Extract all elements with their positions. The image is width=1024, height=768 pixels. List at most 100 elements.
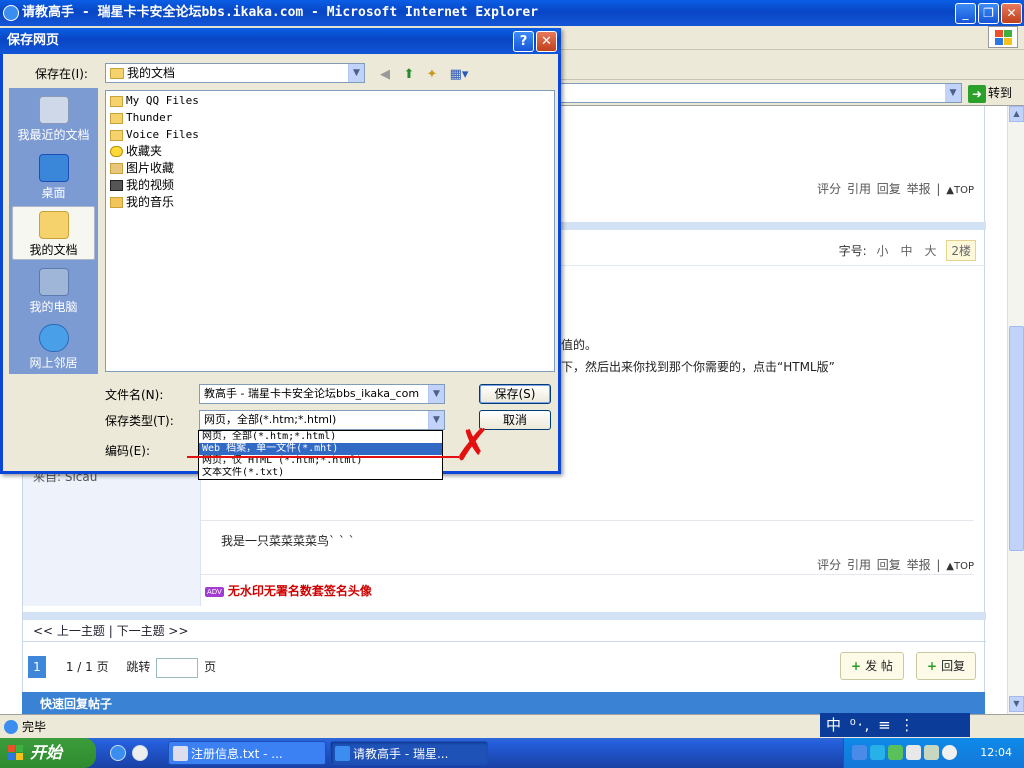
place-recent[interactable]: 我最近的文档 [12, 92, 95, 146]
place-desktop[interactable]: 桌面 [12, 150, 95, 204]
dialog-close-button[interactable]: ✕ [536, 31, 557, 52]
address-input[interactable]: ▼ [560, 83, 962, 103]
place-my-computer[interactable]: 我的电脑 [12, 264, 95, 318]
filetype-dropdown-list[interactable]: 网页，全部(*.htm;*.html) Web 档案，单一文件(*.mht) 网… [198, 430, 443, 480]
ime-toolbar[interactable]: 中 ⁰·, ≡ ⋮ [820, 713, 970, 737]
view-menu-icon[interactable]: ▦▾ [447, 66, 471, 84]
file-name: Thunder [126, 111, 173, 124]
my-documents-icon [38, 211, 69, 239]
antivirus-icon[interactable] [888, 745, 903, 760]
adv-text[interactable]: 无水印无署名数套签名头像 [228, 584, 372, 598]
save-button[interactable]: 保存(S) [479, 384, 551, 404]
clock[interactable]: 12:04 [980, 738, 1012, 768]
window-titlebar[interactable]: 请教高手 - 瑞星卡卡安全论坛bbs.ikaka.com - Microsoft… [0, 0, 1024, 26]
current-page[interactable]: 1 [28, 656, 46, 678]
close-window-button[interactable]: ✕ [1001, 3, 1022, 24]
browser-quicklaunch-icon[interactable] [132, 745, 148, 761]
chevron-down-icon[interactable]: ▼ [348, 64, 364, 82]
maximize-button[interactable]: ❐ [978, 3, 999, 24]
list-item[interactable]: 我的视频 [110, 177, 174, 193]
security-icon[interactable] [942, 745, 957, 760]
scroll-down-icon[interactable]: ▼ [1009, 696, 1024, 712]
start-button[interactable]: 开始 [0, 738, 96, 768]
notepad-icon [173, 746, 188, 761]
new-post-label: 发 帖 [865, 659, 893, 673]
scroll-up-icon[interactable]: ▲ [1009, 106, 1024, 122]
chevron-down-icon[interactable]: ▼ [945, 84, 961, 102]
page-jump-input[interactable] [156, 657, 199, 678]
task-label: 请教高手 - 瑞星... [353, 747, 449, 761]
back-to-top-link[interactable]: ▲TOP [946, 185, 974, 196]
place-label: 我的文档 [29, 243, 78, 257]
filetype-option[interactable]: 网页，全部(*.htm;*.html) [199, 431, 442, 443]
taskbar: 开始 注册信息.txt - ... 请教高手 - 瑞星... 12:04 [0, 738, 1024, 768]
filetype-option[interactable]: 文本文件(*.txt) [199, 467, 442, 479]
list-item[interactable]: My QQ Files [110, 93, 199, 109]
font-small-link[interactable]: 小 [876, 244, 888, 258]
printer-icon[interactable] [906, 745, 921, 760]
list-item[interactable]: 图片收藏 [110, 160, 174, 176]
reply-button[interactable]: + 回复 [916, 652, 977, 680]
go-button[interactable]: ➜ 转到 [968, 83, 1022, 103]
folder-icon [110, 95, 123, 107]
taskbar-button-notepad[interactable]: 注册信息.txt - ... [168, 741, 326, 765]
start-label: 开始 [30, 743, 63, 762]
list-item[interactable]: 我的音乐 [110, 194, 174, 210]
place-label: 桌面 [41, 186, 66, 200]
place-network[interactable]: 网上邻居 [12, 320, 95, 374]
back-to-top-link-2[interactable]: ▲TOP [946, 561, 974, 572]
post-actions-links[interactable]: 评分 引用 回复 举报 | [817, 182, 940, 196]
window-title: 请教高手 - 瑞星卡卡安全论坛bbs.ikaka.com - Microsoft… [22, 5, 539, 20]
font-medium-link[interactable]: 中 [901, 244, 913, 258]
post-actions-links-2[interactable]: 评分 引用 回复 举报 | [817, 558, 940, 572]
folder-icon [110, 129, 123, 141]
save-in-select[interactable]: 我的文档 ▼ [105, 63, 365, 83]
filetype-select[interactable]: 网页，全部(*.htm;*.html) ▼ [199, 410, 445, 430]
file-name: 我的音乐 [126, 195, 175, 209]
font-large-link[interactable]: 大 [925, 244, 937, 258]
chevron-down-icon[interactable]: ▼ [428, 385, 444, 403]
chevron-down-icon[interactable]: ▼ [428, 411, 444, 429]
messenger-icon[interactable] [870, 745, 885, 760]
network-icon[interactable] [852, 745, 867, 760]
adv-badge: ADV [205, 586, 224, 597]
list-item[interactable]: Voice Files [110, 127, 199, 143]
new-post-button[interactable]: + 发 帖 [840, 652, 904, 680]
task-label: 注册信息.txt - ... [191, 747, 283, 761]
system-tray: 12:04 [843, 738, 1024, 768]
place-my-documents[interactable]: 我的文档 [12, 206, 95, 260]
adv-link[interactable]: ADV 无水印无署名数套签名头像 [205, 582, 372, 599]
taskbar-button-ie[interactable]: 请教高手 - 瑞星... [330, 741, 488, 765]
places-bar: 我最近的文档 桌面 我的文档 我的电脑 网上邻居 [9, 88, 98, 374]
file-list[interactable]: My QQ Files Thunder Voice Files 收藏夹 图片收藏… [105, 90, 555, 372]
post-body-line-1: 值的。 [561, 338, 598, 352]
list-item[interactable]: Thunder [110, 110, 172, 126]
place-label: 网上邻居 [29, 356, 78, 370]
ie-icon [3, 5, 19, 21]
ie-quicklaunch-icon[interactable] [110, 745, 126, 761]
post-actions-2[interactable]: 评分 引用 回复 举报 | ▲TOP [817, 556, 974, 573]
plus-icon: + [851, 659, 862, 673]
help-button[interactable]: ? [513, 31, 534, 52]
recent-documents-icon [38, 96, 69, 124]
dialog-title[interactable]: 保存网页 [0, 28, 561, 54]
font-size-switcher: 字号: 小中大 2楼 [839, 240, 976, 261]
go-label: 转到 [988, 86, 1013, 100]
post-actions[interactable]: 评分 引用 回复 举报 | ▲TOP [817, 180, 974, 197]
filename-input[interactable]: 教高手 - 瑞星卡卡安全论坛bbs_ikaka_com ▼ [199, 384, 445, 404]
music-folder-icon [110, 197, 123, 208]
scrollbar-thumb[interactable] [1009, 326, 1024, 551]
thread-navigation[interactable]: << 上一主题 | 下一主题 >> [23, 612, 986, 642]
up-folder-icon[interactable]: ⬆ [400, 66, 418, 84]
back-icon[interactable]: ◀ [376, 66, 394, 84]
new-folder-icon[interactable]: ✦ [423, 66, 441, 84]
windows-flag-icon [8, 745, 24, 761]
list-item[interactable]: 收藏夹 [110, 143, 162, 159]
filetype-option-selected[interactable]: Web 档案，单一文件(*.mht) [199, 443, 442, 455]
vertical-scrollbar[interactable]: ▲ ▼ [1007, 106, 1024, 714]
folder-icon [110, 68, 124, 79]
quick-reply-header: 快速回复帖子 [22, 692, 985, 714]
minimize-button[interactable]: _ [955, 3, 976, 24]
volume-icon[interactable] [924, 745, 939, 760]
save-in-value: 我的文档 [127, 66, 176, 80]
